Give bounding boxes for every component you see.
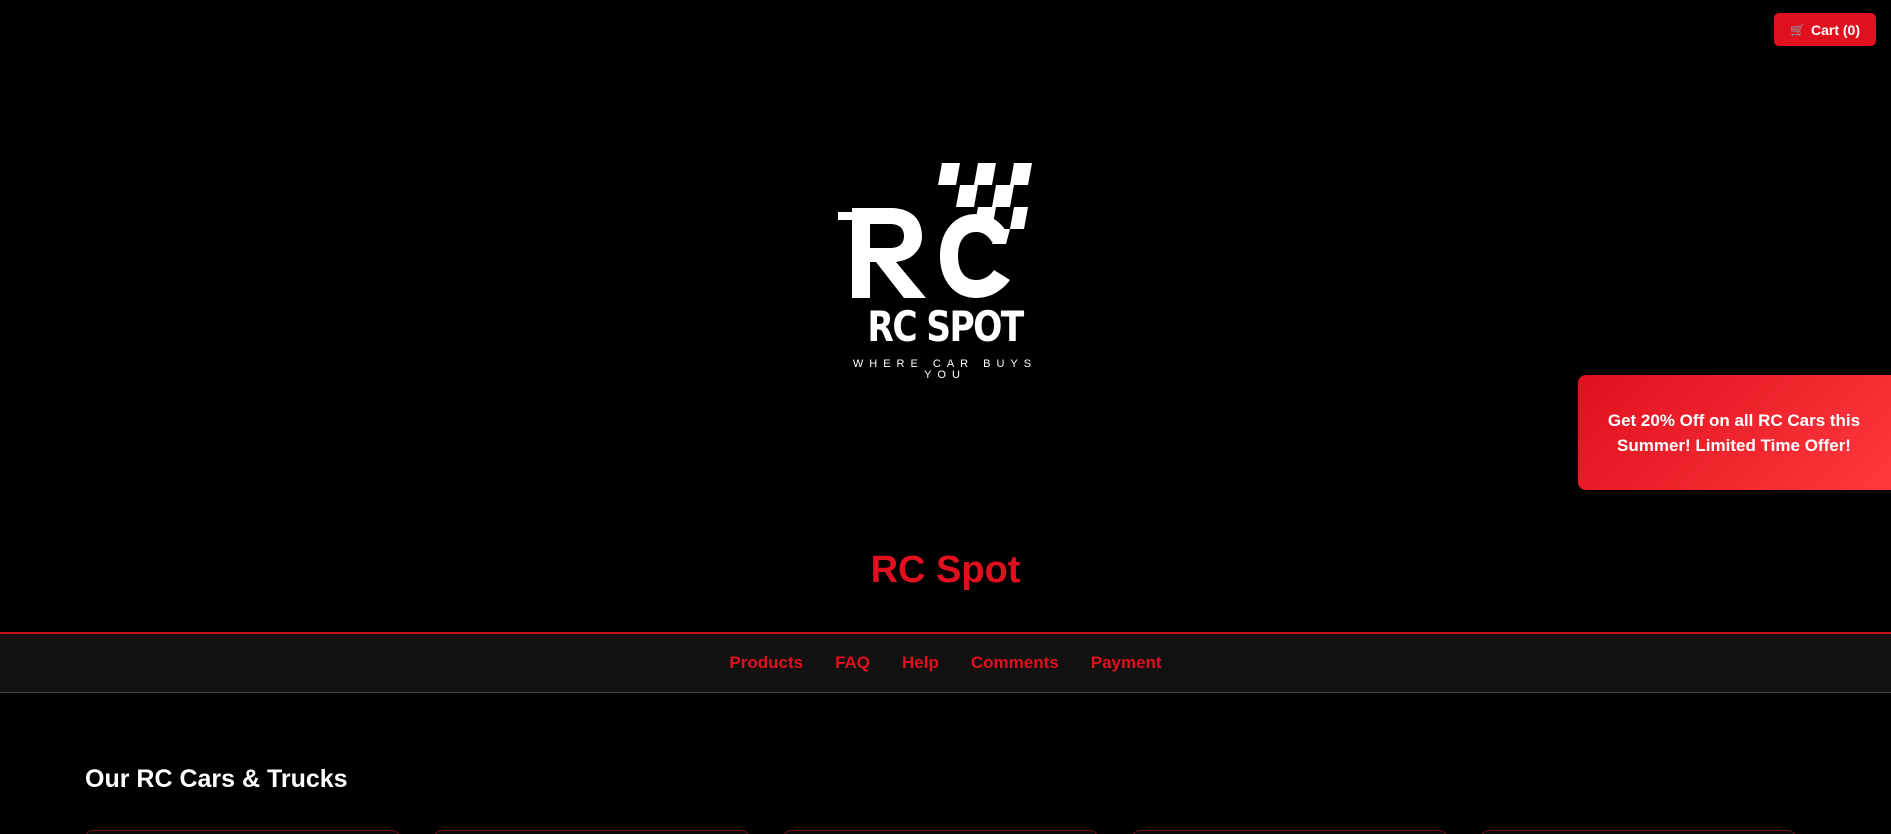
product-card[interactable]: [1481, 830, 1796, 834]
main-nav: Products FAQ Help Comments Payment: [0, 632, 1891, 693]
promo-banner[interactable]: Get 20% Off on all RC Cars this Summer! …: [1578, 375, 1891, 490]
product-card[interactable]: [783, 830, 1098, 834]
logo-c-glyph: [940, 214, 1010, 298]
logo-name: RC SPOT: [867, 302, 1024, 351]
page: 🛒 Cart (0) RC SPOT WHERE CAR BUYS YOU Ge…: [0, 0, 1891, 834]
logo-tagline: WHERE CAR BUYS YOU: [852, 358, 1038, 381]
site-title: RC Spot: [870, 549, 1021, 591]
product-card[interactable]: [434, 830, 749, 834]
cart-button[interactable]: 🛒 Cart (0): [1774, 13, 1876, 46]
cart-label: Cart (0): [1810, 21, 1860, 38]
products-section-title: Our RC Cars & Trucks: [85, 765, 348, 793]
logo: RC SPOT WHERE CAR BUYS YOU: [830, 158, 1060, 381]
cart-icon: 🛒: [1790, 22, 1805, 37]
nav-link-payment[interactable]: Payment: [1075, 653, 1178, 673]
nav-link-products[interactable]: Products: [713, 653, 819, 673]
logo-r-glyph: [838, 208, 926, 298]
nav-link-faq[interactable]: FAQ: [819, 653, 886, 673]
logo-mark: [838, 163, 1032, 298]
nav-link-comments[interactable]: Comments: [955, 653, 1075, 673]
promo-text: Get 20% Off on all RC Cars this Summer! …: [1607, 410, 1861, 455]
nav-link-help[interactable]: Help: [886, 653, 955, 673]
product-card[interactable]: [1132, 830, 1447, 834]
product-card[interactable]: [85, 830, 400, 834]
